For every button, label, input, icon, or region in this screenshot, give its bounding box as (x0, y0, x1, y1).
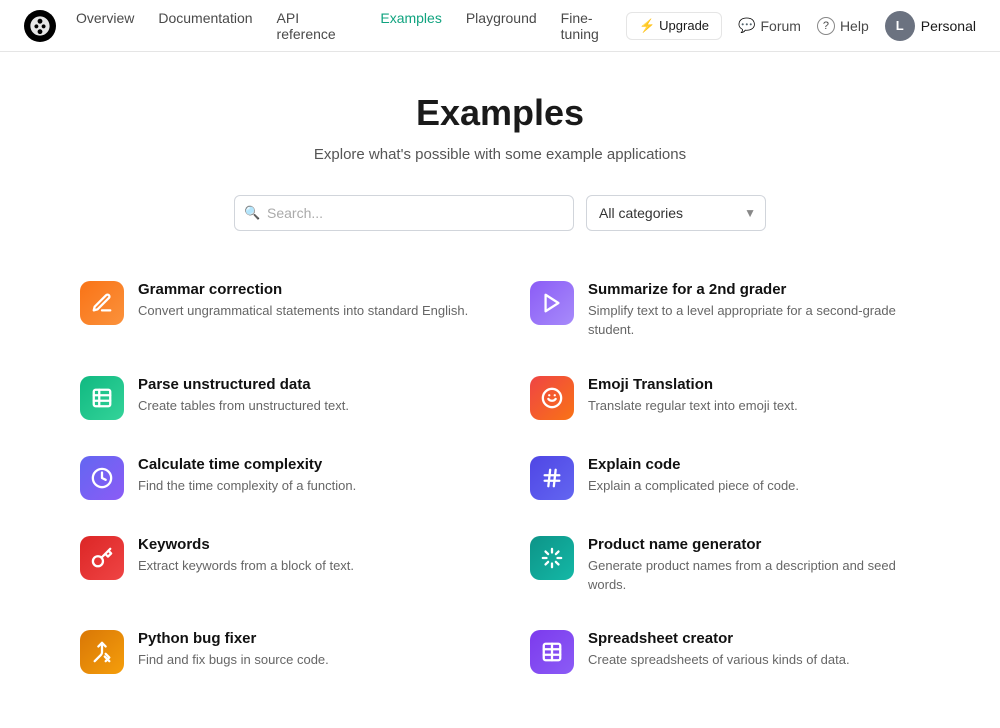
summarize-2nd-grader-title: Summarize for a 2nd grader (588, 281, 920, 298)
parse-unstructured-data-text: Parse unstructured data Create tables fro… (138, 376, 470, 416)
explain-code-text: Explain code Explain a complicated piece … (588, 456, 920, 496)
parse-unstructured-data-desc: Create tables from unstructured text. (138, 397, 470, 416)
grammar-correction-icon (80, 281, 124, 325)
nav-links: Overview Documentation API reference Exa… (76, 10, 626, 42)
category-select-wrapper: All categories Text Code Image Language … (586, 195, 766, 231)
explain-code-title: Explain code (588, 456, 920, 473)
explain-code-desc: Explain a complicated piece of code. (588, 477, 920, 496)
spreadsheet-creator-title: Spreadsheet creator (588, 630, 920, 647)
spreadsheet-creator-desc: Create spreadsheets of various kinds of … (588, 651, 920, 670)
emoji-translation-text: Emoji Translation Translate regular text … (588, 376, 920, 416)
grammar-correction-text: Grammar correction Convert ungrammatical … (138, 281, 470, 321)
calculate-time-complexity-title: Calculate time complexity (138, 456, 470, 473)
nav-api-reference[interactable]: API reference (277, 10, 357, 42)
nav-fine-tuning[interactable]: Fine-tuning (561, 10, 626, 42)
calculate-time-complexity-desc: Find the time complexity of a function. (138, 477, 470, 496)
navbar: Overview Documentation API reference Exa… (0, 0, 1000, 52)
example-item-keywords[interactable]: Keywords Extract keywords from a block of… (70, 522, 480, 609)
example-item-explain-code[interactable]: Explain code Explain a complicated piece … (520, 442, 930, 514)
product-name-generator-icon (530, 536, 574, 580)
python-bug-fixer-title: Python bug fixer (138, 630, 470, 647)
summarize-2nd-grader-icon (530, 281, 574, 325)
upgrade-label: Upgrade (659, 18, 709, 33)
avatar: L (885, 11, 915, 41)
page-subtitle: Explore what's possible with some exampl… (70, 146, 930, 163)
upgrade-button[interactable]: ⚡ Upgrade (626, 12, 722, 40)
search-input[interactable] (234, 195, 574, 231)
keywords-title: Keywords (138, 536, 470, 553)
search-icon: 🔍 (244, 205, 260, 221)
account-menu[interactable]: L Personal (885, 11, 976, 41)
help-button[interactable]: ? Help (817, 17, 869, 35)
emoji-translation-icon (530, 376, 574, 420)
nav-overview[interactable]: Overview (76, 10, 134, 42)
nav-playground[interactable]: Playground (466, 10, 537, 42)
product-name-generator-title: Product name generator (588, 536, 920, 553)
product-name-generator-text: Product name generator Generate product n… (588, 536, 920, 595)
grammar-correction-desc: Convert ungrammatical statements into st… (138, 302, 470, 321)
example-item-calculate-time-complexity[interactable]: Calculate time complexity Find the time c… (70, 442, 480, 514)
explain-code-icon (530, 456, 574, 500)
nav-documentation[interactable]: Documentation (158, 10, 252, 42)
spreadsheet-creator-text: Spreadsheet creator Create spreadsheets o… (588, 630, 920, 670)
parse-unstructured-data-title: Parse unstructured data (138, 376, 470, 393)
keywords-icon (80, 536, 124, 580)
category-select[interactable]: All categories Text Code Image Language (586, 195, 766, 231)
page-title: Examples (70, 92, 930, 134)
nav-examples[interactable]: Examples (380, 10, 441, 42)
calculate-time-complexity-text: Calculate time complexity Find the time c… (138, 456, 470, 496)
example-item-grammar-correction[interactable]: Grammar correction Convert ungrammatical … (70, 267, 480, 354)
examples-grid: Grammar correction Convert ungrammatical … (70, 267, 930, 688)
emoji-translation-title: Emoji Translation (588, 376, 920, 393)
forum-button[interactable]: 💬 Forum (738, 17, 801, 34)
help-icon: ? (817, 17, 835, 35)
calculate-time-complexity-icon (80, 456, 124, 500)
nav-right: ⚡ Upgrade 💬 Forum ? Help L Personal (626, 11, 976, 41)
parse-unstructured-data-icon (80, 376, 124, 420)
keywords-desc: Extract keywords from a block of text. (138, 557, 470, 576)
example-item-product-name-generator[interactable]: Product name generator Generate product n… (520, 522, 930, 609)
example-item-spreadsheet-creator[interactable]: Spreadsheet creator Create spreadsheets o… (520, 616, 930, 688)
search-filter-controls: 🔍 All categories Text Code Image Languag… (70, 195, 930, 231)
example-item-emoji-translation[interactable]: Emoji Translation Translate regular text … (520, 362, 930, 434)
logo[interactable] (24, 10, 56, 42)
main-content: Examples Explore what's possible with so… (50, 52, 950, 728)
product-name-generator-desc: Generate product names from a descriptio… (588, 557, 920, 595)
python-bug-fixer-icon (80, 630, 124, 674)
lightning-icon: ⚡ (639, 18, 655, 34)
python-bug-fixer-text: Python bug fixer Find and fix bugs in sou… (138, 630, 470, 670)
example-item-parse-unstructured-data[interactable]: Parse unstructured data Create tables fro… (70, 362, 480, 434)
personal-label: Personal (921, 18, 976, 34)
forum-icon: 💬 (738, 17, 755, 34)
keywords-text: Keywords Extract keywords from a block of… (138, 536, 470, 576)
search-wrapper: 🔍 (234, 195, 574, 231)
emoji-translation-desc: Translate regular text into emoji text. (588, 397, 920, 416)
grammar-correction-title: Grammar correction (138, 281, 470, 298)
example-item-summarize-2nd-grader[interactable]: Summarize for a 2nd grader Simplify text … (520, 267, 930, 354)
example-item-python-bug-fixer[interactable]: Python bug fixer Find and fix bugs in sou… (70, 616, 480, 688)
python-bug-fixer-desc: Find and fix bugs in source code. (138, 651, 470, 670)
summarize-2nd-grader-text: Summarize for a 2nd grader Simplify text … (588, 281, 920, 340)
summarize-2nd-grader-desc: Simplify text to a level appropriate for… (588, 302, 920, 340)
spreadsheet-creator-icon (530, 630, 574, 674)
